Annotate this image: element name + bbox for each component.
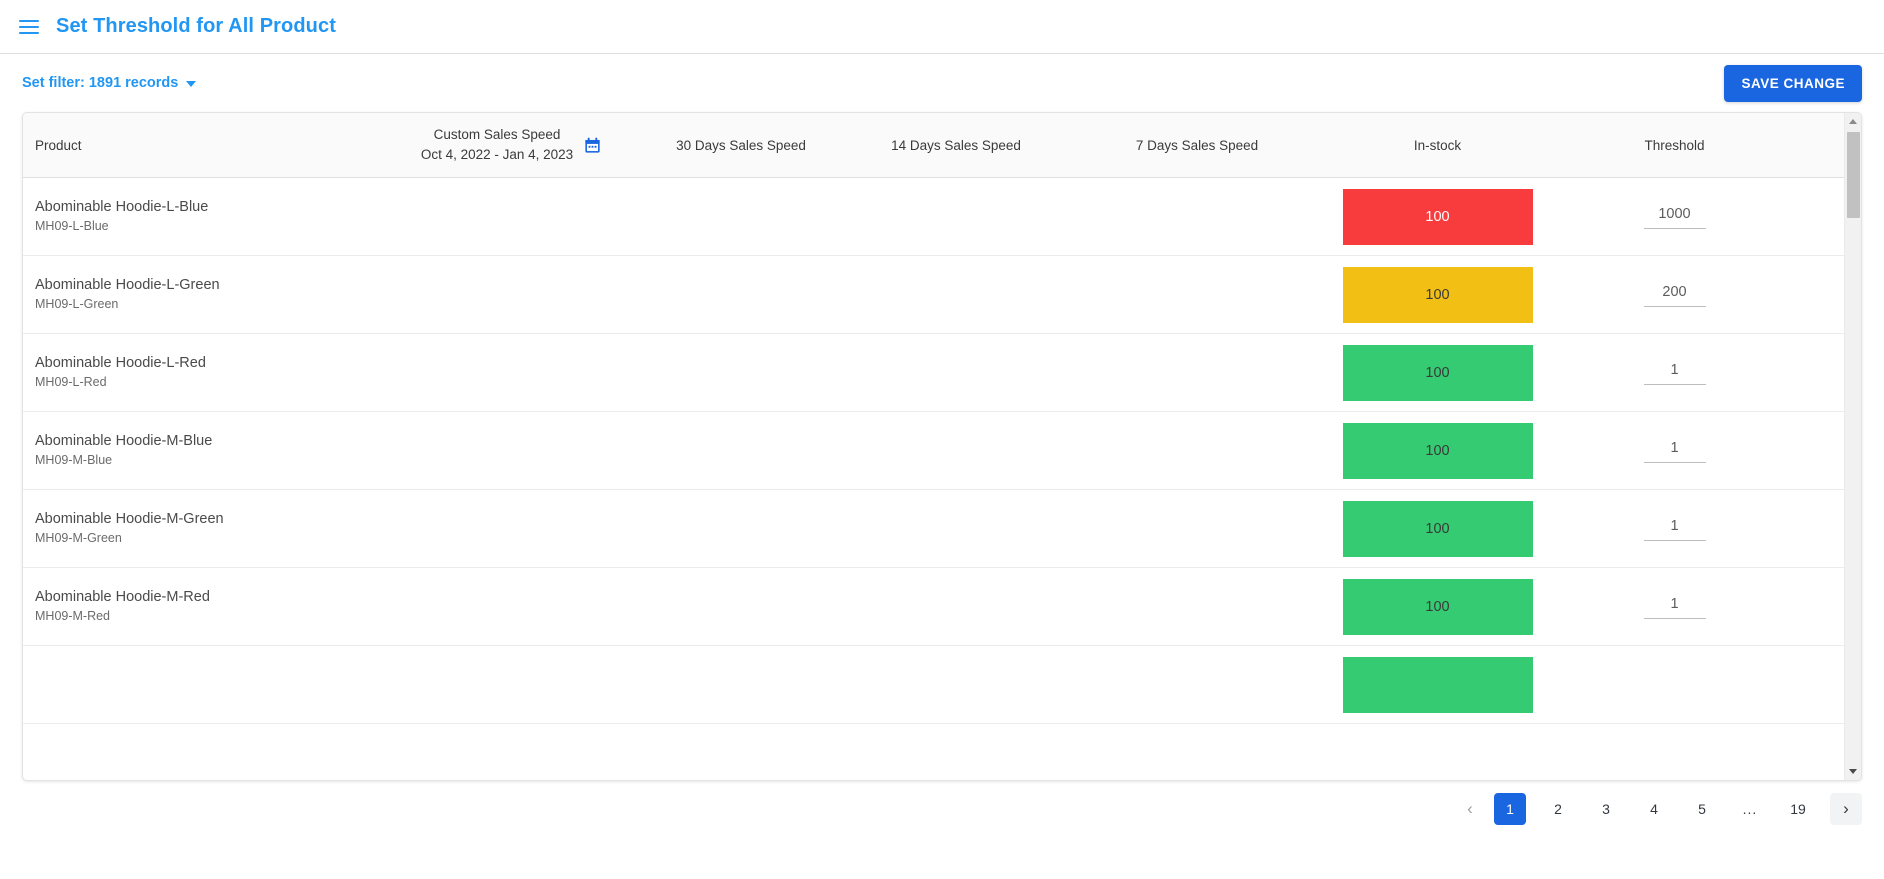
calendar-icon[interactable]	[583, 136, 602, 155]
table-row	[23, 646, 1844, 724]
stock-status-badge: 100	[1342, 578, 1533, 635]
table-vertical-scrollbar[interactable]	[1844, 113, 1861, 780]
table-header-row: Product Custom Sales Speed Oct 4, 2022 -…	[23, 113, 1844, 178]
in-stock-cell: 100	[1316, 344, 1559, 401]
product-name: Abominable Hoodie-L-Green	[35, 277, 220, 294]
column-header-30-days-sales-speed: 30 Days Sales Speed	[676, 137, 806, 153]
set-filter-dropdown[interactable]: Set filter: 1891 records	[22, 75, 197, 91]
in-stock-cell: 100	[1316, 422, 1559, 479]
threshold-input[interactable]	[1643, 516, 1706, 541]
product-cell: Abominable Hoodie-L-Red MH09-L-Red	[23, 354, 375, 391]
hamburger-menu-icon[interactable]	[12, 10, 46, 44]
scrollbar-thumb[interactable]	[1847, 132, 1860, 218]
column-header-7-days-sales-speed: 7 Days Sales Speed	[1135, 137, 1259, 153]
in-stock-cell: 100	[1316, 266, 1559, 323]
chevron-down-icon	[186, 81, 197, 87]
scroll-down-arrow-icon[interactable]	[1845, 763, 1861, 780]
custom-sales-speed-label: Custom Sales Speed	[433, 127, 561, 143]
pagination: ‹ 1 2 3 4 5... 19 ›	[0, 781, 1884, 837]
page-title: Set Threshold for All Product	[56, 15, 336, 37]
in-stock-cell: 100	[1316, 500, 1559, 557]
column-header-product: Product	[35, 137, 82, 153]
column-header-custom-sales-speed: Custom Sales Speed Oct 4, 2022 - Jan 4, …	[375, 125, 648, 164]
column-header-14-days-sales-speed: 14 Days Sales Speed	[891, 137, 1021, 153]
product-sku: MH09-M-Green	[35, 531, 122, 546]
threshold-cell	[1559, 360, 1790, 385]
pagination-prev-button[interactable]: ‹	[1454, 793, 1486, 825]
product-name: Abominable Hoodie-L-Blue	[35, 199, 209, 216]
product-name: Abominable Hoodie-M-Blue	[35, 433, 213, 450]
threshold-input[interactable]	[1643, 594, 1706, 619]
in-stock-cell: 100	[1316, 578, 1559, 635]
table-viewport: Product Custom Sales Speed Oct 4, 2022 -…	[23, 113, 1844, 780]
product-sku: MH09-M-Blue	[35, 453, 113, 468]
threshold-input[interactable]	[1643, 438, 1706, 463]
threshold-input[interactable]	[1643, 360, 1706, 385]
threshold-cell	[1559, 594, 1790, 619]
table-row: Abominable Hoodie-M-Blue MH09-M-Blue 100	[23, 412, 1844, 490]
product-cell: Abominable Hoodie-M-Green MH09-M-Green	[23, 510, 375, 547]
product-sku: MH09-M-Red	[35, 609, 111, 624]
product-sku: MH09-L-Blue	[35, 219, 109, 234]
column-header-in-stock: In-stock	[1413, 137, 1462, 153]
filter-bar: Set filter: 1891 records SAVE CHANGE	[0, 54, 1884, 112]
pagination-page-1[interactable]: 1	[1494, 793, 1526, 825]
pagination-page-5[interactable]: 5	[1686, 793, 1718, 825]
set-filter-label: Set filter: 1891 records	[22, 75, 179, 91]
pagination-page-3[interactable]: 3	[1590, 793, 1622, 825]
product-cell	[23, 683, 375, 686]
product-name: Abominable Hoodie-L-Red	[35, 355, 206, 372]
save-change-button[interactable]: SAVE CHANGE	[1724, 64, 1862, 102]
pagination-page-4[interactable]: 4	[1638, 793, 1670, 825]
product-cell: Abominable Hoodie-L-Green MH09-L-Green	[23, 276, 375, 313]
pagination-page-19[interactable]: 19	[1782, 793, 1814, 825]
scroll-up-arrow-icon[interactable]	[1845, 113, 1861, 130]
threshold-input[interactable]	[1643, 282, 1706, 307]
in-stock-cell: 100	[1316, 188, 1559, 245]
product-cell: Abominable Hoodie-M-Blue MH09-M-Blue	[23, 432, 375, 469]
threshold-cell	[1559, 438, 1790, 463]
table-body: Abominable Hoodie-L-Blue MH09-L-Blue 100…	[23, 178, 1844, 724]
table-row: Abominable Hoodie-L-Blue MH09-L-Blue 100	[23, 178, 1844, 256]
pagination-page-2[interactable]: 2	[1542, 793, 1574, 825]
product-sku: MH09-L-Green	[35, 297, 119, 312]
product-cell: Abominable Hoodie-M-Red MH09-M-Red	[23, 588, 375, 625]
table-row: Abominable Hoodie-M-Green MH09-M-Green 1…	[23, 490, 1844, 568]
threshold-input[interactable]	[1643, 204, 1706, 229]
stock-status-badge	[1342, 656, 1533, 713]
product-sku: MH09-L-Red	[35, 375, 107, 390]
threshold-cell	[1559, 516, 1790, 541]
custom-sales-speed-date-range: Oct 4, 2022 - Jan 4, 2023	[420, 147, 574, 162]
column-header-threshold: Threshold	[1644, 137, 1705, 153]
threshold-cell	[1559, 672, 1790, 697]
stock-status-badge: 100	[1342, 422, 1533, 479]
product-name: Abominable Hoodie-M-Green	[35, 511, 224, 528]
custom-sales-speed-text-block: Custom Sales Speed Oct 4, 2022 - Jan 4, …	[421, 125, 573, 164]
in-stock-cell	[1316, 656, 1559, 713]
product-cell: Abominable Hoodie-L-Blue MH09-L-Blue	[23, 198, 375, 235]
table-row: Abominable Hoodie-L-Green MH09-L-Green 1…	[23, 256, 1844, 334]
pagination-next-button[interactable]: ›	[1830, 793, 1862, 825]
stock-status-badge: 100	[1342, 344, 1533, 401]
stock-status-badge: 100	[1342, 500, 1533, 557]
product-threshold-table-card: Product Custom Sales Speed Oct 4, 2022 -…	[22, 112, 1862, 781]
pagination-ellipsis: ...	[1742, 801, 1758, 817]
threshold-cell	[1559, 204, 1790, 229]
product-name: Abominable Hoodie-M-Red	[35, 589, 210, 606]
app-bar: Set Threshold for All Product	[0, 0, 1884, 54]
stock-status-badge: 100	[1342, 188, 1533, 245]
threshold-cell	[1559, 282, 1790, 307]
table-row: Abominable Hoodie-M-Red MH09-M-Red 100	[23, 568, 1844, 646]
stock-status-badge: 100	[1342, 266, 1533, 323]
table-row: Abominable Hoodie-L-Red MH09-L-Red 100	[23, 334, 1844, 412]
